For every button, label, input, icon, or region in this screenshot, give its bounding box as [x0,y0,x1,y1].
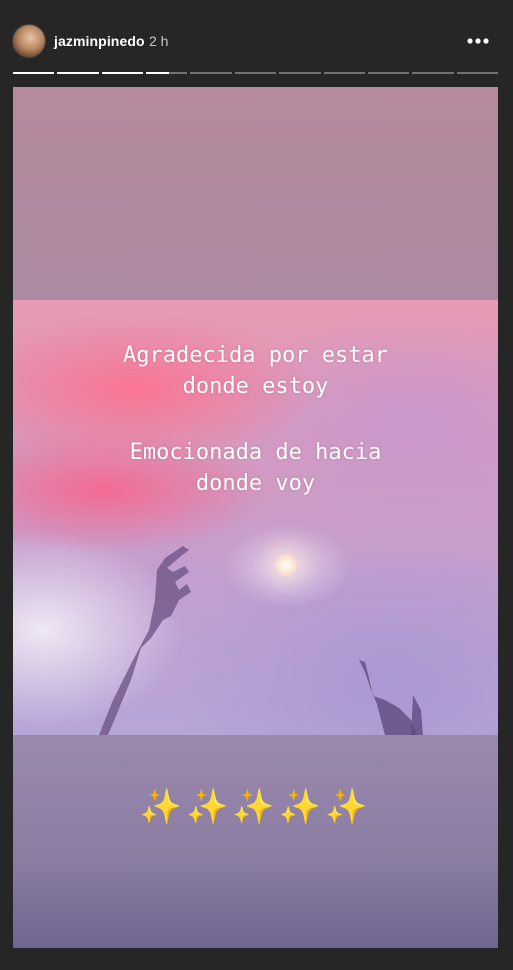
story-header: jazminpinedo 2 h [0,0,513,70]
progress-segment [57,72,99,74]
story-viewer: jazminpinedo 2 h Agradecida por estar do… [0,0,513,970]
progress-segment [13,72,55,74]
more-options-button[interactable] [464,30,492,52]
story-photo: Agradecida por estar donde estoy Emocion… [13,300,498,735]
avatar[interactable] [13,25,45,57]
progress-segment [412,72,454,74]
more-horizontal-icon [467,38,489,44]
story-progress-bar [13,72,498,74]
caption-line: donde estoy [182,374,329,399]
caption-line: Agradecida por estar [123,343,388,368]
progress-segment [323,72,365,74]
caption-line: Emocionada de hacia [129,440,382,465]
timestamp: 2 h [149,33,169,49]
progress-segment [101,72,144,74]
progress-segment [234,72,277,74]
story-content[interactable]: Agradecida por estar donde estoy Emocion… [13,87,498,948]
progress-segment [456,72,498,74]
progress-segment [190,72,232,74]
progress-fill [101,72,144,74]
username[interactable]: jazminpinedo [54,33,145,49]
sparkles-emoji: ✨✨✨✨✨ [139,788,372,826]
progress-fill [57,72,99,74]
caption-line: donde voy [195,471,316,496]
progress-segment [146,72,188,74]
progress-fill [146,72,169,74]
story-caption: Agradecida por estar donde estoy Emocion… [13,340,498,499]
progress-fill [13,72,55,74]
progress-segment [279,72,321,74]
progress-segment [367,72,410,74]
